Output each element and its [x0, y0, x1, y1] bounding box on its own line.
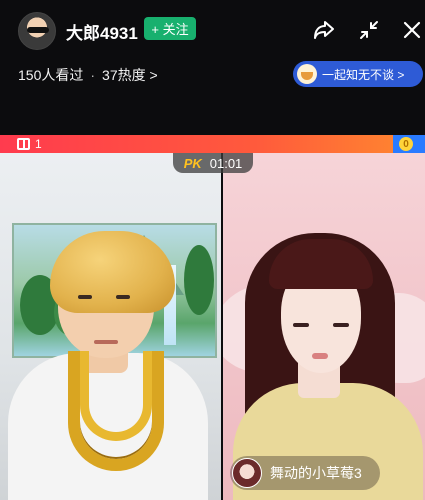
streamer-avatar[interactable]	[18, 12, 56, 50]
follow-button[interactable]: + 关注	[144, 17, 196, 40]
topic-pill[interactable]: 一起知无不谈 >	[293, 61, 423, 87]
minimize-icon[interactable]	[355, 16, 383, 44]
pk-timer-badge: PK 01:01	[173, 153, 253, 173]
gift-icon	[17, 138, 30, 150]
gift-count: 1	[35, 137, 42, 151]
opponent-tag[interactable]: 舞动的小草莓3	[230, 456, 380, 490]
topic-label: 一起知无不谈 >	[322, 67, 405, 82]
pk-score-bar: 1	[0, 135, 425, 153]
opponent-video[interactable]	[223, 153, 425, 500]
pk-stage	[0, 153, 425, 500]
viewer-count: 150人看过	[18, 67, 84, 83]
streamer-name[interactable]: 大郎4931	[66, 19, 138, 44]
host-video[interactable]	[0, 153, 221, 500]
topic-avatar-icon	[297, 64, 317, 84]
heat-count[interactable]: 37热度 >	[102, 67, 158, 83]
pk-label: PK	[183, 155, 202, 171]
share-icon[interactable]	[310, 16, 338, 44]
coin-icon: 0	[399, 137, 413, 151]
stats-separator: ·	[90, 67, 96, 83]
opponent-avatar[interactable]	[232, 458, 262, 488]
opponent-name: 舞动的小草莓3	[270, 465, 362, 481]
close-icon[interactable]	[398, 16, 425, 44]
pk-timer: 01:01	[209, 155, 243, 171]
room-stats[interactable]: 150人看过 · 37热度 >	[18, 65, 158, 85]
